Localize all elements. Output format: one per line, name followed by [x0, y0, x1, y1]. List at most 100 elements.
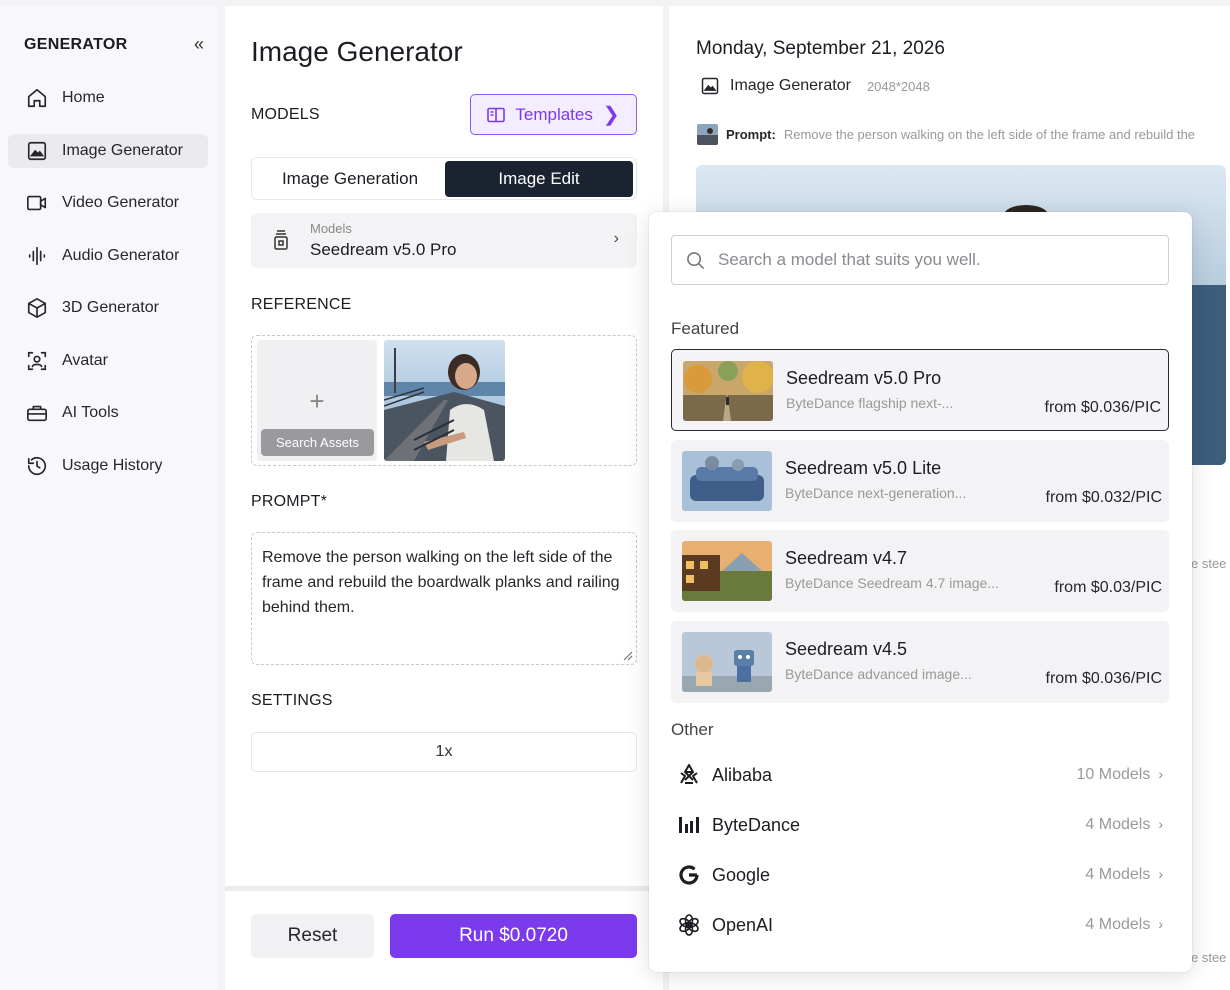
image-icon	[27, 141, 47, 161]
prompt-thumbnail	[697, 124, 718, 145]
model-card-seedream-v5-lite[interactable]: Seedream v5.0 Lite ByteDance next-genera…	[671, 440, 1169, 522]
provider-count: 4 Models ›	[1085, 866, 1163, 884]
sidebar-item-video-generator[interactable]: Video Generator	[8, 186, 208, 220]
reset-button[interactable]: Reset	[251, 914, 374, 958]
provider-count: 4 Models ›	[1085, 816, 1163, 834]
reference-heading: REFERENCE	[251, 296, 352, 313]
sidebar-item-label: AI Tools	[62, 404, 119, 421]
home-icon	[27, 88, 47, 108]
sidebar-item-label: Home	[62, 89, 105, 106]
provider-count-text: 4 Models	[1085, 816, 1151, 833]
sidebar-item-usage-history[interactable]: Usage History	[8, 449, 208, 483]
provider-item-openai[interactable]: OpenAI 4 Models ›	[677, 910, 1163, 940]
mode-tabs: Image Generation Image Edit	[251, 157, 637, 200]
result-dimensions: 2048*2048	[866, 78, 930, 94]
templates-button[interactable]: Templates ❯	[470, 94, 637, 135]
provider-count-text: 4 Models	[1085, 866, 1151, 883]
sidebar-item-label: Image Generator	[62, 142, 183, 159]
model-selector-label: Models	[310, 221, 352, 236]
provider-count-text: 4 Models	[1085, 916, 1151, 933]
search-assets-button[interactable]: Search Assets	[261, 429, 374, 456]
avatar-icon	[27, 351, 47, 371]
model-description: ByteDance Seedream 4.7 image...	[785, 575, 1000, 591]
model-name: Seedream v4.5	[785, 639, 908, 659]
plus-icon: +	[309, 386, 325, 416]
page-title: Image Generator	[251, 36, 463, 67]
model-selector[interactable]: Models Seedream v5.0 Pro ›	[251, 213, 637, 268]
prompt-text: Remove the person walking on the left si…	[262, 549, 620, 616]
search-icon	[687, 251, 704, 269]
history-icon	[27, 457, 47, 476]
result-caption-fragment: e stee	[1191, 556, 1227, 571]
chevron-right-icon: ›	[613, 230, 619, 247]
model-price: from $0.032/PIC	[1045, 489, 1163, 506]
provider-name: ByteDance	[712, 814, 801, 835]
reference-image[interactable]	[384, 340, 505, 461]
provider-item-google[interactable]: Google 4 Models ›	[677, 860, 1163, 890]
sidebar: GENERATOR « Home Image Generator Video G…	[0, 6, 218, 990]
sidebar-item-3d-generator[interactable]: 3D Generator	[8, 291, 208, 325]
divider	[225, 886, 663, 891]
sidebar-item-label: Audio Generator	[62, 247, 180, 264]
prompt-label: Prompt:	[726, 127, 776, 142]
reference-dropzone[interactable]: + Search Assets	[251, 335, 637, 466]
chevron-right-icon: ›	[1158, 816, 1163, 832]
model-card-seedream-v5-pro[interactable]: Seedream v5.0 Pro ByteDance flagship nex…	[671, 349, 1169, 431]
model-selector-value: Seedream v5.0 Pro	[310, 240, 457, 259]
model-card-seedream-v4-5[interactable]: Seedream v4.5 ByteDance advanced image..…	[671, 621, 1169, 703]
model-thumbnail	[682, 632, 772, 692]
provider-item-bytedance[interactable]: ByteDance 4 Models ›	[677, 810, 1163, 840]
generator-panel: Image Generator MODELS Templates ❯ Image…	[225, 6, 663, 990]
result-date: Monday, September 21, 2026	[696, 38, 945, 59]
resize-handle-icon[interactable]	[623, 651, 633, 661]
chevron-right-icon: ›	[1158, 866, 1163, 882]
provider-count: 10 Models ›	[1077, 766, 1164, 784]
run-button[interactable]: Run $0.0720	[390, 914, 637, 958]
chevron-right-icon: ›	[1158, 916, 1163, 932]
model-price: from $0.036/PIC	[1044, 399, 1162, 416]
openai-icon	[679, 914, 699, 936]
templates-label: Templates	[515, 104, 593, 124]
result-generator: Image Generator	[730, 77, 851, 94]
prompt-preview: Remove the person walking on the left si…	[783, 127, 1196, 142]
sidebar-item-audio-generator[interactable]: Audio Generator	[8, 239, 208, 273]
model-card-seedream-v4-7[interactable]: Seedream v4.7 ByteDance Seedream 4.7 ima…	[671, 530, 1169, 612]
sidebar-item-home[interactable]: Home	[8, 81, 208, 115]
provider-name: Alibaba	[712, 764, 773, 785]
book-icon	[487, 107, 506, 122]
model-description: ByteDance flagship next-...	[786, 395, 954, 411]
model-dropdown: Search a model that suits you well. Feat…	[649, 212, 1192, 972]
model-name: Seedream v5.0 Lite	[785, 458, 942, 478]
provider-item-alibaba[interactable]: Alibaba 10 Models ›	[677, 760, 1163, 790]
tab-image-generation[interactable]: Image Generation	[256, 161, 444, 197]
sidebar-item-image-generator[interactable]: Image Generator	[8, 134, 208, 168]
prompt-heading: PROMPT*	[251, 493, 328, 510]
models-heading: MODELS	[251, 106, 320, 123]
sidebar-item-label: 3D Generator	[62, 299, 159, 316]
add-reference-button[interactable]: + Search Assets	[257, 340, 377, 461]
tab-image-edit[interactable]: Image Edit	[445, 161, 633, 197]
sidebar-item-label: Usage History	[62, 457, 163, 474]
audio-icon	[28, 246, 46, 266]
provider-count-text: 10 Models	[1076, 766, 1151, 783]
featured-heading: Featured	[671, 319, 740, 338]
provider-name: Google	[712, 864, 771, 885]
other-heading: Other	[671, 720, 714, 739]
model-search-input[interactable]: Search a model that suits you well.	[671, 235, 1169, 285]
prompt-textarea[interactable]: Remove the person walking on the left si…	[251, 532, 637, 665]
model-icon	[274, 230, 288, 250]
google-icon	[679, 865, 699, 885]
chevron-right-icon: ❯	[602, 104, 620, 126]
provider-name: OpenAI	[712, 914, 774, 935]
quantity-select[interactable]: 1x	[251, 732, 637, 772]
toolbox-icon	[27, 405, 47, 422]
model-name: Seedream v5.0 Pro	[786, 368, 942, 388]
sidebar-item-ai-tools[interactable]: AI Tools	[8, 396, 208, 430]
alibaba-icon	[680, 764, 698, 784]
collapse-sidebar-icon[interactable]: «	[194, 34, 204, 55]
provider-count: 4 Models ›	[1085, 916, 1163, 934]
sidebar-item-avatar[interactable]: Avatar	[8, 344, 208, 378]
result-meta: Image Generator 2048*2048	[700, 76, 930, 96]
model-description: ByteDance advanced image...	[785, 666, 972, 682]
sidebar-item-label: Video Generator	[62, 194, 180, 211]
